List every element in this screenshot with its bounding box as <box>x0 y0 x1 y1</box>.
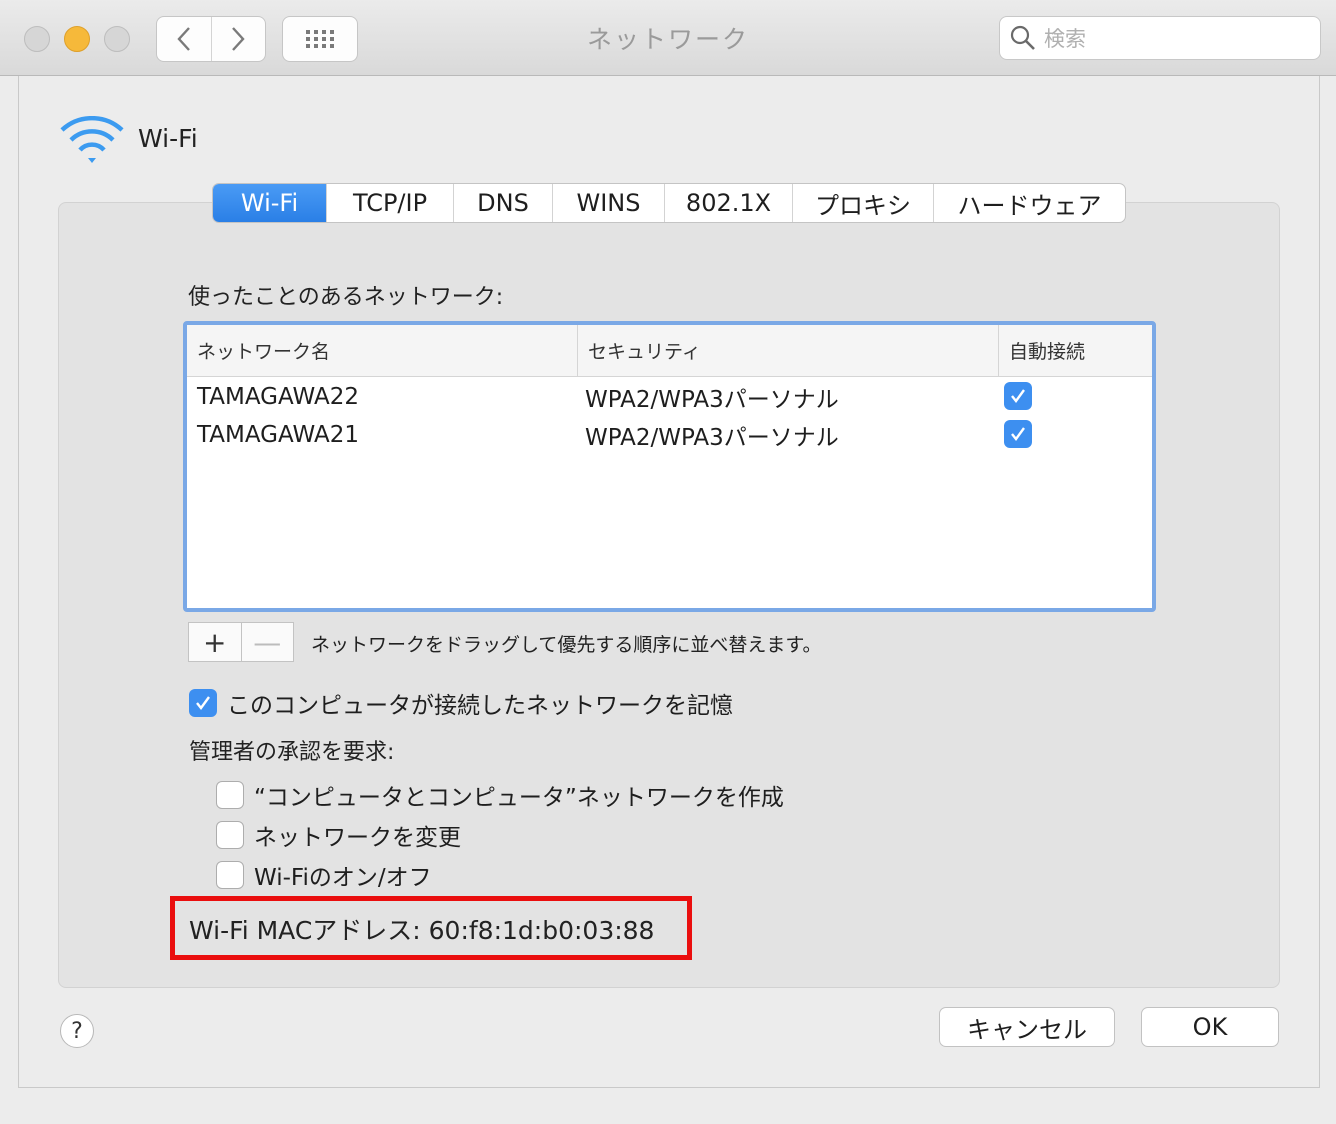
tab-8021x[interactable]: 802.1X <box>664 184 792 222</box>
table-row[interactable]: TAMAGAWA22 WPA2/WPA3パーソナル <box>187 378 1152 416</box>
ok-button[interactable]: OK <box>1141 1007 1279 1047</box>
tab-wins[interactable]: WINS <box>552 184 664 222</box>
require-admin-label: 管理者の承認を要求: <box>189 740 395 765</box>
remember-networks-label: このコンピュータが接続したネットワークを記憶 <box>227 693 733 719</box>
network-name: TAMAGAWA22 <box>197 384 359 410</box>
remove-network-button[interactable]: — <box>240 623 294 661</box>
wifi-icon <box>60 116 124 163</box>
change-networks-checkbox[interactable] <box>216 821 244 849</box>
auto-join-checkbox[interactable] <box>1004 382 1032 410</box>
checkmark-icon <box>1011 389 1025 403</box>
add-remove-control: + — <box>188 622 294 662</box>
column-auto-join[interactable]: 自動接続 <box>998 325 1152 376</box>
network-security: WPA2/WPA3パーソナル <box>585 425 839 451</box>
admin-option-row: “コンピュータとコンピュータ”ネットワークを作成 <box>216 778 784 812</box>
search-icon <box>1010 25 1035 50</box>
title-bar: ネットワーク 検索 <box>0 0 1336 76</box>
remember-networks-checkbox[interactable] <box>189 689 217 717</box>
drag-hint: ネットワークをドラッグして優先する順序に並べ替えます。 <box>311 634 822 656</box>
wifi-power-checkbox[interactable] <box>216 861 244 889</box>
network-preferences-window: ネットワーク 検索 Wi-Fi Wi-Fi TCP/IP DNS WINS 80… <box>0 0 1336 1124</box>
mac-address: Wi-Fi MACアドレス: 60:f8:1d:b0:03:88 <box>189 916 655 945</box>
search-placeholder: 検索 <box>1044 27 1086 51</box>
network-name: TAMAGAWA21 <box>197 422 359 448</box>
add-network-button[interactable]: + <box>189 623 241 661</box>
change-networks-label: ネットワークを変更 <box>254 825 461 851</box>
remember-networks-row: このコンピュータが接続したネットワークを記憶 <box>189 686 733 720</box>
tab-bar: Wi-Fi TCP/IP DNS WINS 802.1X プロキシ ハードウェア <box>212 183 1126 223</box>
table-header: ネットワーク名 セキュリティ 自動接続 <box>187 325 1152 377</box>
tab-proxies[interactable]: プロキシ <box>792 184 933 222</box>
help-button[interactable]: ? <box>60 1014 94 1048</box>
cancel-button[interactable]: キャンセル <box>939 1007 1115 1047</box>
interface-title: Wi-Fi <box>138 124 198 153</box>
checkmark-icon <box>196 696 210 710</box>
tab-dns[interactable]: DNS <box>453 184 552 222</box>
preferred-networks-label: 使ったことのあるネットワーク: <box>188 285 504 310</box>
checkmark-icon <box>1011 427 1025 441</box>
admin-option-row: ネットワークを変更 <box>216 818 461 852</box>
column-network-name[interactable]: ネットワーク名 <box>187 325 577 376</box>
create-computer-network-checkbox[interactable] <box>216 781 244 809</box>
tab-wifi[interactable]: Wi-Fi <box>213 184 326 222</box>
tab-hardware[interactable]: ハードウェア <box>933 184 1125 222</box>
tab-tcpip[interactable]: TCP/IP <box>326 184 453 222</box>
table-row[interactable]: TAMAGAWA21 WPA2/WPA3パーソナル <box>187 416 1152 454</box>
column-security[interactable]: セキュリティ <box>577 325 998 376</box>
preferred-networks-table[interactable]: ネットワーク名 セキュリティ 自動接続 TAMAGAWA22 WPA2/WPA3… <box>183 321 1156 612</box>
search-field[interactable]: 検索 <box>999 16 1321 60</box>
auto-join-checkbox[interactable] <box>1004 420 1032 448</box>
create-computer-network-label: “コンピュータとコンピュータ”ネットワークを作成 <box>254 785 784 811</box>
admin-option-row: Wi-Fiのオン/オフ <box>216 858 432 892</box>
wifi-power-label: Wi-Fiのオン/オフ <box>254 865 432 891</box>
network-security: WPA2/WPA3パーソナル <box>585 387 839 413</box>
